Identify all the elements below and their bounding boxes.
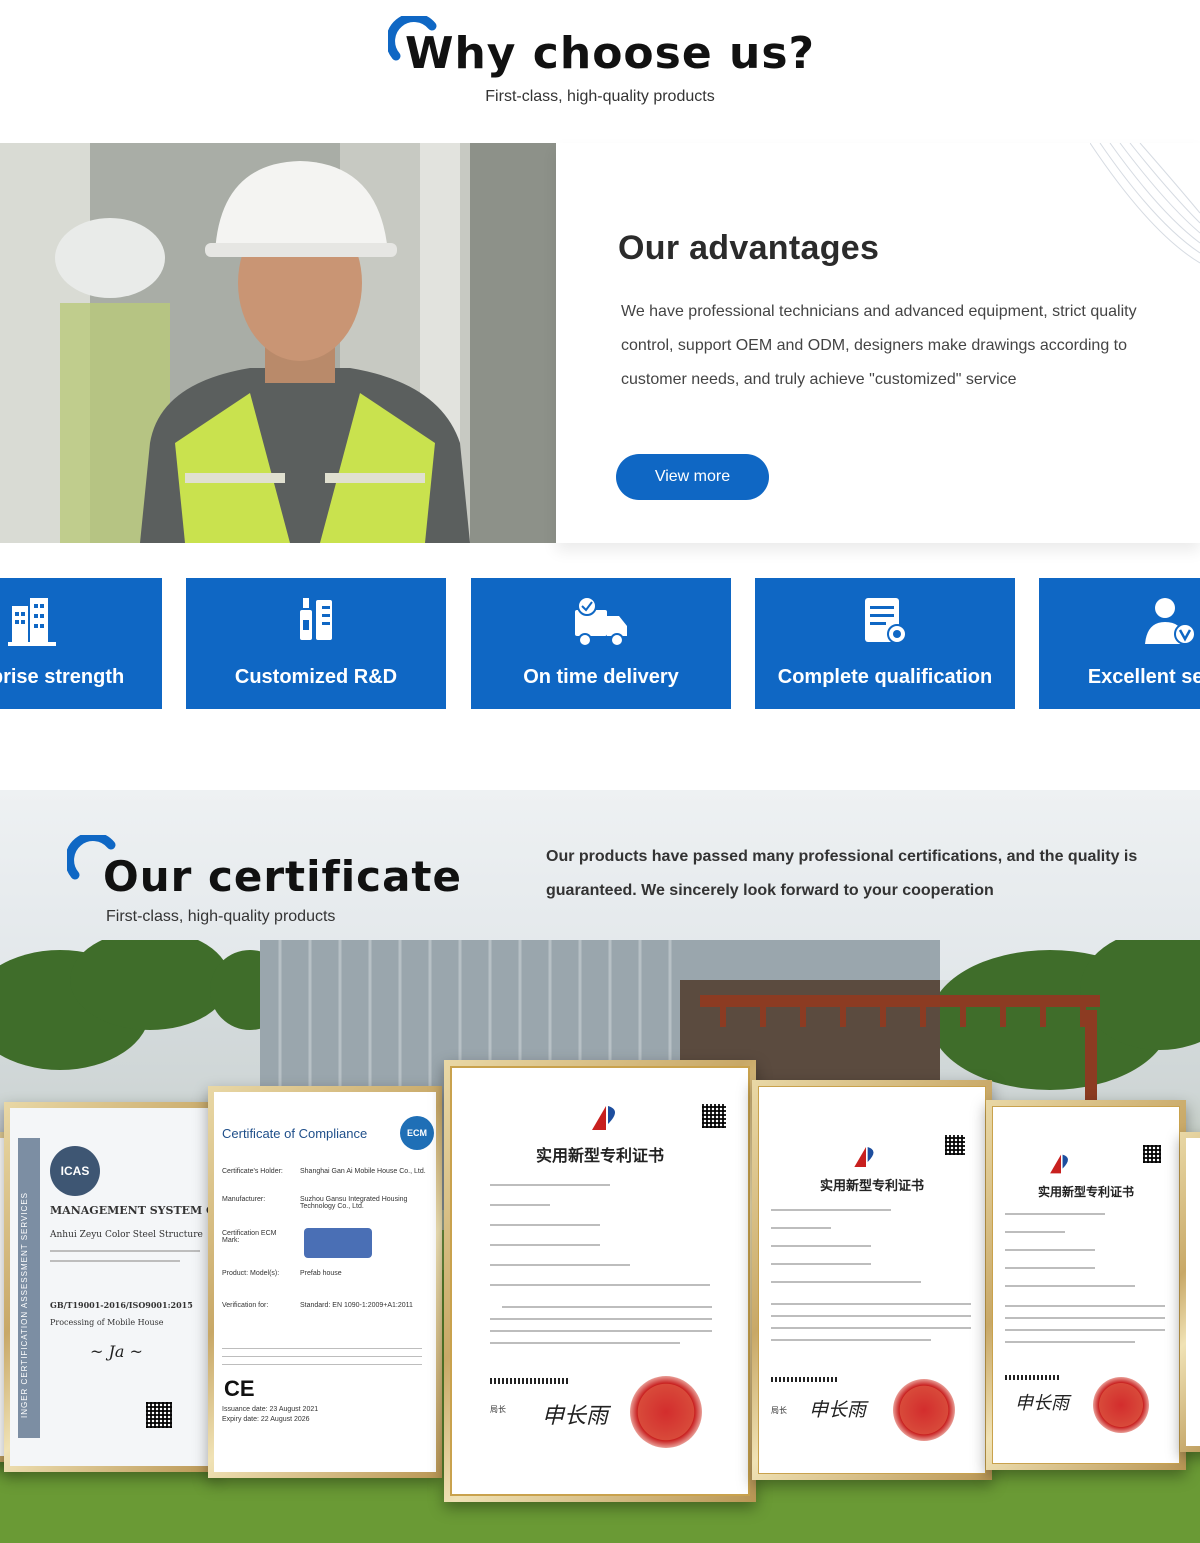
ce-holder: Shanghai Gan Ai Mobile House Co., Ltd.	[300, 1168, 426, 1175]
icas-side-text: INGER CERTIFICATION ASSESSMENT SERVICES	[20, 1191, 29, 1418]
ce-manufacturer-label: Manufacturer:	[222, 1196, 266, 1203]
certificate-frame-icas: INGER CERTIFICATION ASSESSMENT SERVICES …	[4, 1102, 218, 1472]
certificate-title: Our certificate	[103, 852, 462, 901]
advantages-text: We have professional technicians and adv…	[621, 303, 1137, 388]
certificate-subtitle: First-class, high-quality products	[106, 908, 336, 925]
certificate-frame-patent-3: 实用新型专利证书 申长雨	[986, 1100, 1186, 1470]
ecm-mark-image	[304, 1228, 372, 1258]
patent-title: 实用新型专利证书	[1037, 1185, 1134, 1199]
ce-verification: Standard: EN 1090-1:2009+A1:2011	[300, 1302, 413, 1309]
patent-signature: 申长雨	[1015, 1393, 1069, 1414]
patent-title: 实用新型专利证书	[535, 1146, 664, 1165]
patent-signature: 申长雨	[542, 1404, 609, 1429]
certificate-frame-patent-2: 实用新型专利证书 局长 申长雨	[752, 1080, 992, 1480]
ce-verification-label: Verification for:	[222, 1302, 269, 1309]
house-scene: INGER CERTIFICATION ASSESSMENT SERVICES …	[0, 930, 1200, 1543]
tile-label: Complete qualification	[777, 666, 993, 688]
patent-office-logo-icon	[592, 1106, 615, 1130]
why-choose-us-header: Why choose us? First-class, high-quality…	[0, 0, 1200, 143]
why-subtitle: First-class, high-quality products	[485, 88, 715, 105]
ce-product: Prefab house	[300, 1270, 342, 1277]
ce-heading: Certificate of Compliance	[222, 1126, 368, 1141]
icas-signature: ~ Ja ~	[90, 1342, 143, 1361]
icas-scope: Processing of Mobile House	[50, 1318, 164, 1327]
ce-holder-label: Certificate's Holder:	[222, 1168, 283, 1175]
patent-signature: 申长雨	[809, 1399, 867, 1421]
qr-code-icon	[146, 1402, 172, 1428]
buildings-icon	[8, 598, 56, 646]
tile-complete-qualification[interactable]: Complete qualification	[755, 578, 1015, 709]
tile-customized-rd[interactable]: Customized R&D	[186, 578, 446, 709]
patent-office-logo-icon	[854, 1147, 874, 1167]
why-title: Why choose us?	[404, 28, 816, 79]
worker-illustration	[0, 143, 556, 543]
icas-standard: GB/T19001-2016/ISO9001:2015	[50, 1300, 193, 1310]
red-seal-icon	[893, 1379, 955, 1441]
icas-badge: ICAS	[50, 1146, 100, 1196]
advantages-section: Our advantages We have professional tech…	[0, 143, 1200, 543]
tile-label: Customized R&D	[234, 666, 398, 688]
icas-company: Anhui Zeyu Color Steel Structure	[50, 1230, 203, 1240]
certificate-doc-icon	[865, 598, 907, 644]
rd-tools-icon	[300, 598, 332, 640]
patent-sig-label: 局长	[771, 1406, 787, 1415]
tile-label: Enterprise strength	[0, 666, 125, 688]
view-more-button[interactable]: View more	[616, 454, 769, 500]
tile-excellent-service[interactable]: Excellent service	[1039, 578, 1200, 709]
certificate-frame-ce: Certificate of Compliance ECM Certificat…	[208, 1086, 442, 1478]
qr-code-icon	[1143, 1145, 1161, 1163]
red-seal-icon	[1093, 1377, 1149, 1433]
advantages-title: Our advantages	[618, 229, 880, 267]
ce-product-label: Product: Model(s):	[222, 1270, 280, 1277]
feature-tiles: Enterprise strength Customized R&D On ti…	[0, 578, 1200, 709]
decorative-lines	[1090, 143, 1200, 264]
qr-code-icon	[702, 1104, 726, 1128]
ecm-badge: ECM	[400, 1116, 434, 1150]
tile-enterprise-strength[interactable]: Enterprise strength	[0, 578, 162, 709]
patent-office-logo-icon	[1050, 1154, 1068, 1174]
patent-title: 实用新型专利证书	[819, 1179, 924, 1194]
certificate-frame-edge-right	[1180, 1132, 1200, 1452]
worker-photo	[0, 143, 556, 543]
ce-manufacturer: Suzhou Gansu Integrated Housing Technolo…	[300, 1196, 408, 1210]
red-seal-icon	[630, 1376, 702, 1448]
certificate-text: Our products have passed many profession…	[546, 848, 1138, 899]
ce-expiry: Expiry date: 22 August 2026	[222, 1416, 310, 1423]
patent-sig-label: 局长	[490, 1405, 506, 1414]
ce-mark-label: Certification ECM Mark:	[222, 1230, 277, 1244]
tile-on-time-delivery[interactable]: On time delivery	[471, 578, 731, 709]
certificate-frame-patent-main: 实用新型专利证书 局长 申长雨	[444, 1060, 756, 1502]
ce-mark: CE	[224, 1376, 255, 1401]
qr-code-icon	[945, 1135, 965, 1155]
delivery-truck-icon	[575, 596, 627, 647]
service-person-icon	[1145, 598, 1196, 645]
icas-heading: MANAGEMENT SYSTEM CERT	[50, 1204, 212, 1217]
advantages-panel: Our advantages We have professional tech…	[556, 143, 1200, 543]
tile-label: Excellent service	[1087, 666, 1200, 688]
tile-label: On time delivery	[523, 666, 679, 688]
ce-issuance: Issuance date: 23 August 2021	[222, 1406, 319, 1413]
certificate-section: Our certificate First-class, high-qualit…	[0, 790, 1200, 1543]
